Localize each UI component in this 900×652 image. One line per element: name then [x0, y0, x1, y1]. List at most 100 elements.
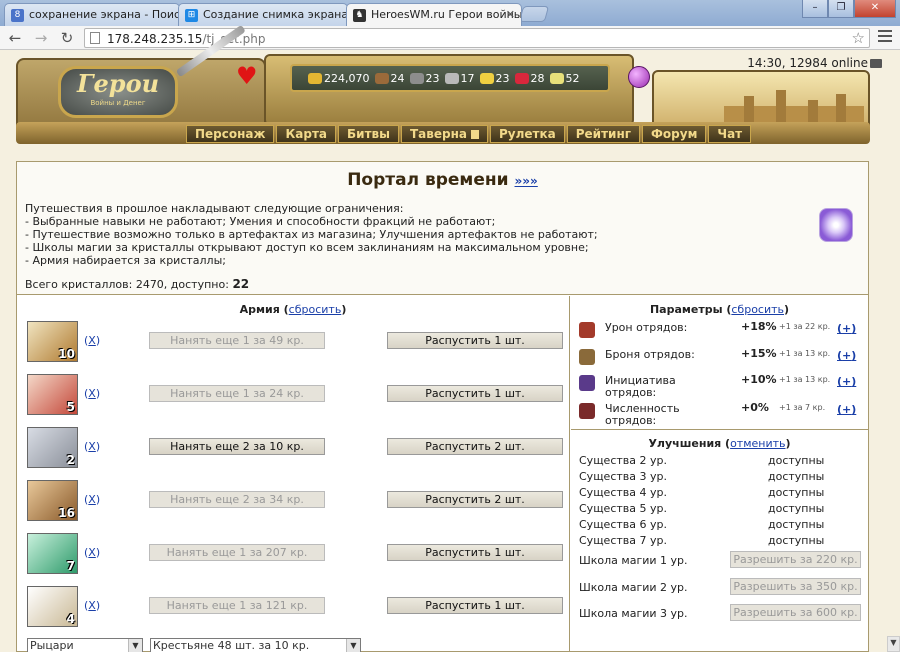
- army-section: Армия (сбросить) 10 (X) Нанять еще 1 за …: [17, 296, 570, 652]
- upgrade-row: Существа 2 ур. доступны: [579, 454, 825, 467]
- remove-unit-link[interactable]: (X): [84, 493, 100, 506]
- upgrades-cancel-link[interactable]: отменить: [730, 437, 785, 450]
- resource-gems: 52: [549, 72, 580, 85]
- param-row-damage: Урон отрядов: +18% +1 за 22 кр. (+): [579, 318, 863, 344]
- browser-tab-heroes[interactable]: ♞ HeroesWM.ru Герои войны ✕: [346, 3, 522, 26]
- new-tab-button[interactable]: [518, 6, 550, 22]
- maximize-icon[interactable]: ❐: [828, 0, 854, 18]
- army-unit-row: 5 (X) Нанять еще 1 за 24 кр. Распустить …: [27, 374, 567, 416]
- menu-item-forum[interactable]: Форум: [642, 125, 707, 143]
- mercury-icon: [444, 72, 459, 84]
- tab-title: сохранение экрана - Поиск: [29, 8, 180, 21]
- remove-unit-link[interactable]: (X): [84, 599, 100, 612]
- unit-portrait-icon[interactable]: 10: [27, 321, 78, 362]
- dismiss-button[interactable]: Распустить 1 шт.: [387, 544, 563, 561]
- game-logo[interactable]: Герои Войны и Денег: [58, 66, 178, 118]
- allow-school-button[interactable]: Разрешить за 600 кр.: [730, 604, 861, 621]
- unit-portrait-icon[interactable]: 16: [27, 480, 78, 521]
- unit-portrait-icon[interactable]: 5: [27, 374, 78, 415]
- logo-title: Герои: [76, 69, 160, 98]
- unit-portrait-icon[interactable]: 4: [27, 586, 78, 627]
- army-unit-row: 10 (X) Нанять еще 1 за 49 кр. Распустить…: [27, 321, 567, 363]
- resource-mercury: 17: [444, 72, 475, 85]
- upgrades-title: Улучшения (отменить): [648, 437, 791, 450]
- dismiss-button[interactable]: Распустить 1 шт.: [387, 385, 563, 402]
- hire-button[interactable]: Нанять еще 1 за 121 кр.: [149, 597, 325, 614]
- menu-item-map[interactable]: Карта: [276, 125, 337, 143]
- forward-arrow-icon[interactable]: →: [32, 29, 50, 47]
- army-reset-link[interactable]: сбросить: [289, 303, 342, 316]
- close-tab-icon[interactable]: ✕: [506, 8, 515, 21]
- close-window-icon[interactable]: ✕: [854, 0, 896, 18]
- dismiss-button[interactable]: Распустить 1 шт.: [387, 332, 563, 349]
- allow-school-button[interactable]: Разрешить за 220 кр.: [730, 551, 861, 568]
- scroll-down-icon[interactable]: ▼: [887, 636, 900, 652]
- resource-ore: 23: [409, 72, 440, 85]
- magic-school-row: Школа магии 2 ур. Разрешить за 350 кр.: [579, 578, 861, 596]
- hire-button[interactable]: Нанять еще 1 за 207 кр.: [149, 544, 325, 561]
- dismiss-button[interactable]: Распустить 1 шт.: [387, 597, 563, 614]
- tavern-icon: [471, 130, 479, 139]
- unit-portrait-icon[interactable]: 7: [27, 533, 78, 574]
- remove-unit-link[interactable]: (X): [84, 546, 100, 559]
- windows-icon: ⊞: [185, 9, 198, 22]
- dismiss-button[interactable]: Распустить 2 шт.: [387, 491, 563, 508]
- portal-arrows-link[interactable]: »»»: [515, 174, 538, 188]
- army-unit-row: 7 (X) Нанять еще 1 за 207 кр. Распустить…: [27, 533, 567, 575]
- magic-school-row: Школа магии 3 ур. Разрешить за 600 кр.: [579, 604, 861, 622]
- remove-unit-link[interactable]: (X): [84, 334, 100, 347]
- browser-tab-screenshot[interactable]: ⊞ Создание снимка экрана: [178, 3, 348, 26]
- resource-sulfur: 23: [479, 72, 510, 85]
- star-icon[interactable]: ☆: [852, 29, 865, 47]
- dismiss-button[interactable]: Распустить 2 шт.: [387, 438, 563, 455]
- hire-button[interactable]: Нанять еще 1 за 24 кр.: [149, 385, 325, 402]
- menu-item-roulette[interactable]: Рулетка: [490, 125, 565, 143]
- param-row-initiative: Инициатива отрядов: +10% +1 за 13 кр. (+…: [579, 371, 863, 399]
- param-plus-button[interactable]: (+): [837, 403, 856, 416]
- menu-item-rating[interactable]: Рейтинг: [566, 125, 641, 143]
- browser-tab-bar: 8 сохранение экрана - Поиск ⊞ Создание с…: [0, 0, 900, 26]
- chevron-down-icon: ▼: [346, 639, 360, 652]
- upgrades-section: Улучшения (отменить) Существа 2 ур. досту…: [571, 431, 868, 652]
- ore-icon: [409, 72, 424, 84]
- allow-school-button[interactable]: Разрешить за 350 кр.: [730, 578, 861, 595]
- mana-orb-icon[interactable]: [628, 66, 650, 88]
- remove-unit-link[interactable]: (X): [84, 387, 100, 400]
- browser-tab-search[interactable]: 8 сохранение экрана - Поиск: [4, 3, 180, 26]
- time-crystal-icon: [819, 208, 853, 242]
- creature-select[interactable]: Крестьяне 48 шт. за 10 кр. ▼: [150, 638, 361, 652]
- initiative-icon: [579, 375, 595, 391]
- gold-icon: [308, 72, 322, 84]
- menu-item-character[interactable]: Персонаж: [186, 125, 275, 143]
- minimize-icon[interactable]: –: [802, 0, 828, 18]
- menu-icon[interactable]: [878, 30, 892, 44]
- back-arrow-icon[interactable]: ←: [6, 29, 24, 47]
- remove-unit-link[interactable]: (X): [84, 440, 100, 453]
- param-plus-button[interactable]: (+): [837, 375, 856, 388]
- crystal-icon: [514, 72, 529, 84]
- wood-icon: [374, 72, 389, 84]
- param-plus-button[interactable]: (+): [837, 322, 856, 335]
- menu-item-chat[interactable]: Чат: [708, 125, 752, 143]
- hire-button[interactable]: Нанять еще 1 за 49 кр.: [149, 332, 325, 349]
- hire-button[interactable]: Нанять еще 2 за 34 кр.: [149, 491, 325, 508]
- menu-item-battles[interactable]: Битвы: [338, 125, 399, 143]
- upgrade-row: Существа 3 ур. доступны: [579, 470, 825, 483]
- main-menu: Персонаж Карта Битвы Таверна Рулетка Рей…: [186, 125, 752, 143]
- army-title: Армия (сбросить): [239, 303, 347, 316]
- tab-title: Создание снимка экрана: [203, 8, 348, 21]
- damage-icon: [579, 322, 595, 338]
- param-plus-button[interactable]: (+): [837, 349, 856, 362]
- reload-icon[interactable]: ↻: [58, 29, 76, 47]
- hire-button[interactable]: Нанять еще 2 за 10 кр.: [149, 438, 325, 455]
- health-heart-icon[interactable]: ♥: [236, 64, 258, 88]
- menu-item-tavern[interactable]: Таверна: [401, 125, 488, 143]
- address-bar[interactable]: 178.248.235.15/tj_set.php ☆: [84, 28, 870, 48]
- unit-portrait-icon[interactable]: 2: [27, 427, 78, 468]
- game-header: Герои Войны и Денег ♥ 224,070 24 23 17 2…: [0, 24, 900, 150]
- upgrade-row: Существа 4 ур. доступны: [579, 486, 825, 499]
- online-icon[interactable]: [870, 59, 882, 68]
- params-reset-link[interactable]: сбросить: [731, 303, 784, 316]
- upgrade-row: Существа 7 ур. доступны: [579, 534, 825, 547]
- faction-select[interactable]: Рыцари ▼: [27, 638, 143, 652]
